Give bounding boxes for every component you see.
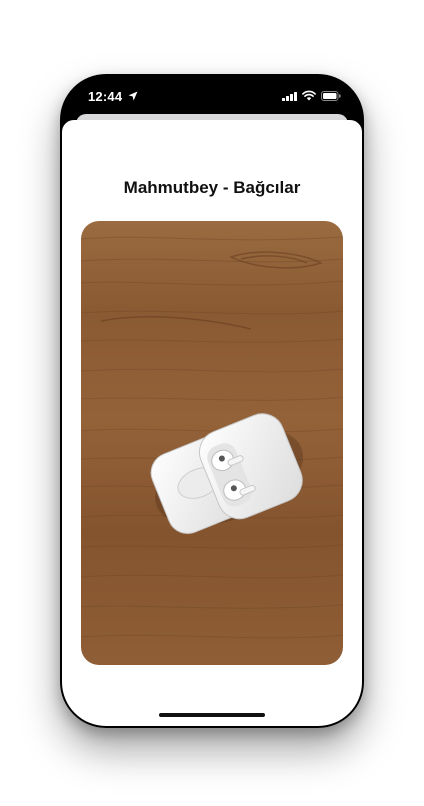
wifi-icon	[302, 90, 316, 101]
home-indicator[interactable]	[159, 713, 265, 717]
airpods-case-photo[interactable]	[81, 221, 343, 665]
battery-icon	[321, 91, 341, 101]
stage: 12:44 Mahmutbey - Bağcılar	[0, 0, 424, 806]
photo-image	[81, 221, 343, 665]
device-frame: 12:44 Mahmutbey - Bağcılar	[60, 74, 364, 728]
location-arrow-icon	[128, 91, 138, 101]
page-title: Mahmutbey - Bağcılar	[123, 178, 301, 197]
detail-sheet: Mahmutbey - Bağcılar	[62, 120, 362, 726]
cellular-signal-icon	[282, 92, 297, 101]
status-time: 12:44	[88, 89, 123, 104]
device-screen: 12:44 Mahmutbey - Bağcılar	[62, 76, 362, 726]
